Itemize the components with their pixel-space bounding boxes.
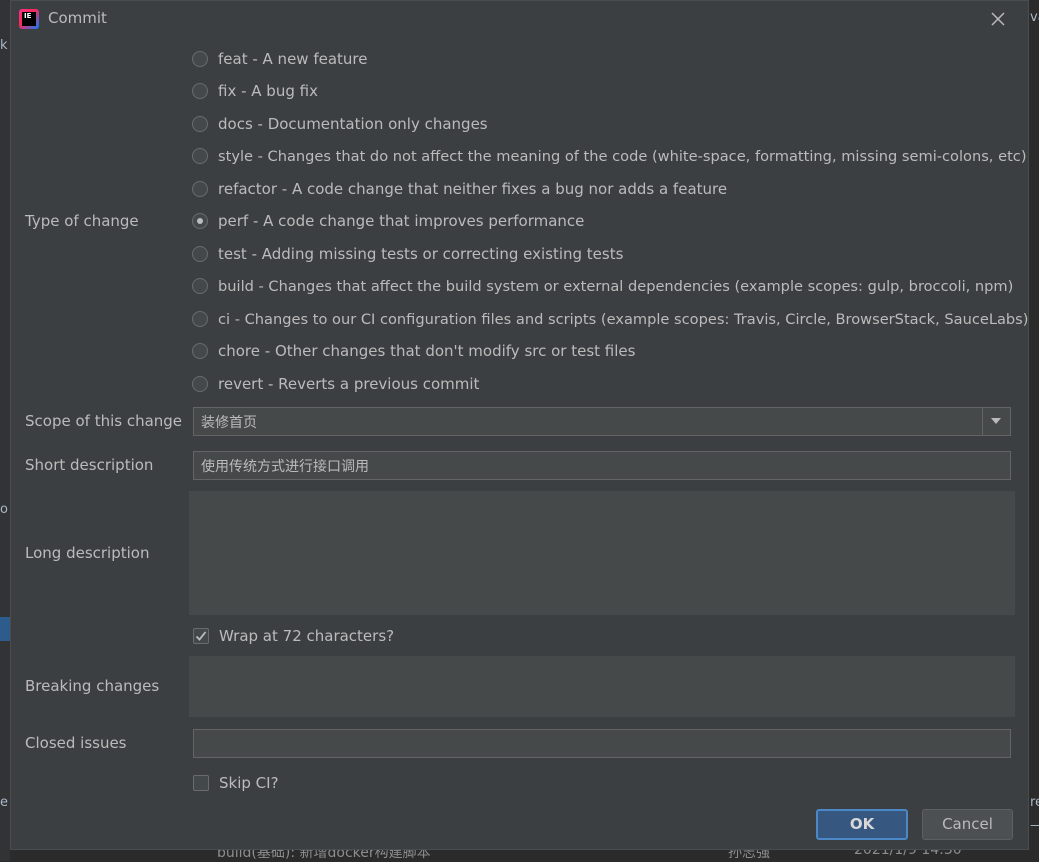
dropdown-arrow-button[interactable]: [982, 408, 1010, 435]
background-fragment: k: [0, 38, 8, 53]
radio-button[interactable]: [192, 148, 208, 164]
radio-button[interactable]: [192, 51, 208, 67]
type-of-change-label: Type of change: [25, 212, 139, 230]
skip-ci-label: Skip CI?: [219, 774, 279, 792]
title-bar[interactable]: IE Commit: [11, 1, 1028, 37]
radio-button-selected[interactable]: [192, 213, 208, 229]
radio-label: docs - Documentation only changes: [218, 115, 488, 133]
checkmark-icon: [195, 631, 207, 641]
radio-button[interactable]: [192, 311, 208, 327]
skip-ci-checkbox[interactable]: [193, 775, 209, 791]
radio-label: fix - A bug fix: [218, 82, 318, 100]
radio-type-build[interactable]: build - Changes that affect the build sy…: [192, 275, 1013, 297]
intellij-idea-icon: IE: [19, 9, 39, 29]
breaking-changes-label: Breaking changes: [25, 677, 160, 695]
close-button[interactable]: [986, 7, 1010, 31]
background-fragment: o: [0, 502, 8, 517]
scope-combobox[interactable]: 装修首页: [193, 407, 1011, 436]
radio-type-test[interactable]: test - Adding missing tests or correctin…: [192, 243, 623, 265]
short-description-input[interactable]: [194, 452, 1010, 479]
radio-button[interactable]: [192, 181, 208, 197]
radio-type-ci[interactable]: ci - Changes to our CI configuration fil…: [192, 308, 1028, 330]
background-selection: [0, 617, 10, 641]
closed-issues-field[interactable]: [193, 729, 1011, 758]
scope-label: Scope of this change: [25, 412, 183, 430]
closed-issues-input[interactable]: [194, 730, 1010, 757]
skip-ci-checkbox-row[interactable]: Skip CI?: [193, 772, 279, 794]
radio-label: ci - Changes to our CI configuration fil…: [218, 310, 1029, 328]
radio-label: refactor - A code change that neither fi…: [218, 180, 728, 198]
short-description-label: Short description: [25, 456, 154, 474]
radio-type-feat[interactable]: feat - A new feature: [192, 48, 368, 70]
breaking-changes-textarea[interactable]: [189, 656, 1015, 717]
wrap-checkbox-row[interactable]: Wrap at 72 characters?: [193, 625, 394, 647]
radio-type-docs[interactable]: docs - Documentation only changes: [192, 113, 488, 135]
radio-button[interactable]: [192, 376, 208, 392]
long-description-label: Long description: [25, 544, 150, 562]
radio-label: test - Adding missing tests or correctin…: [218, 245, 624, 263]
chevron-down-icon: [991, 418, 1001, 424]
radio-label: style - Changes that do not affect the m…: [218, 147, 1027, 165]
background-fragment: va: [1030, 10, 1039, 25]
closed-issues-label: Closed issues: [25, 734, 127, 752]
dialog-title: Commit: [48, 9, 107, 27]
close-icon: [991, 12, 1005, 26]
cancel-button[interactable]: Cancel: [922, 809, 1013, 840]
radio-button[interactable]: [192, 246, 208, 262]
background-ide-left: [0, 0, 10, 861]
background-fragment: —: [1030, 818, 1039, 833]
radio-type-perf[interactable]: perf - A code change that improves perfo…: [192, 210, 584, 232]
radio-label: chore - Other changes that don't modify …: [218, 342, 636, 360]
wrap-checkbox-label: Wrap at 72 characters?: [219, 627, 395, 645]
background-fragment: e: [0, 795, 8, 810]
radio-label: perf - A code change that improves perfo…: [218, 212, 585, 230]
radio-type-refactor[interactable]: refactor - A code change that neither fi…: [192, 178, 727, 200]
radio-type-chore[interactable]: chore - Other changes that don't modify …: [192, 340, 635, 362]
commit-dialog: IE Commit Type of change feat - A new fe…: [10, 0, 1029, 850]
radio-label: feat - A new feature: [218, 50, 368, 68]
radio-type-revert[interactable]: revert - Reverts a previous commit: [192, 373, 479, 395]
radio-button[interactable]: [192, 116, 208, 132]
radio-button[interactable]: [192, 278, 208, 294]
radio-label: revert - Reverts a previous commit: [218, 375, 480, 393]
radio-button[interactable]: [192, 83, 208, 99]
short-description-field[interactable]: [193, 451, 1011, 480]
radio-button[interactable]: [192, 343, 208, 359]
ok-button[interactable]: OK: [816, 809, 908, 840]
radio-type-style[interactable]: style - Changes that do not affect the m…: [192, 145, 1027, 167]
radio-label: build - Changes that affect the build sy…: [218, 277, 1014, 295]
background-fragment: re: [1030, 795, 1039, 810]
long-description-textarea[interactable]: [189, 491, 1015, 615]
wrap-checkbox[interactable]: [193, 628, 209, 644]
scope-value: 装修首页: [201, 415, 257, 431]
radio-type-fix[interactable]: fix - A bug fix: [192, 80, 318, 102]
